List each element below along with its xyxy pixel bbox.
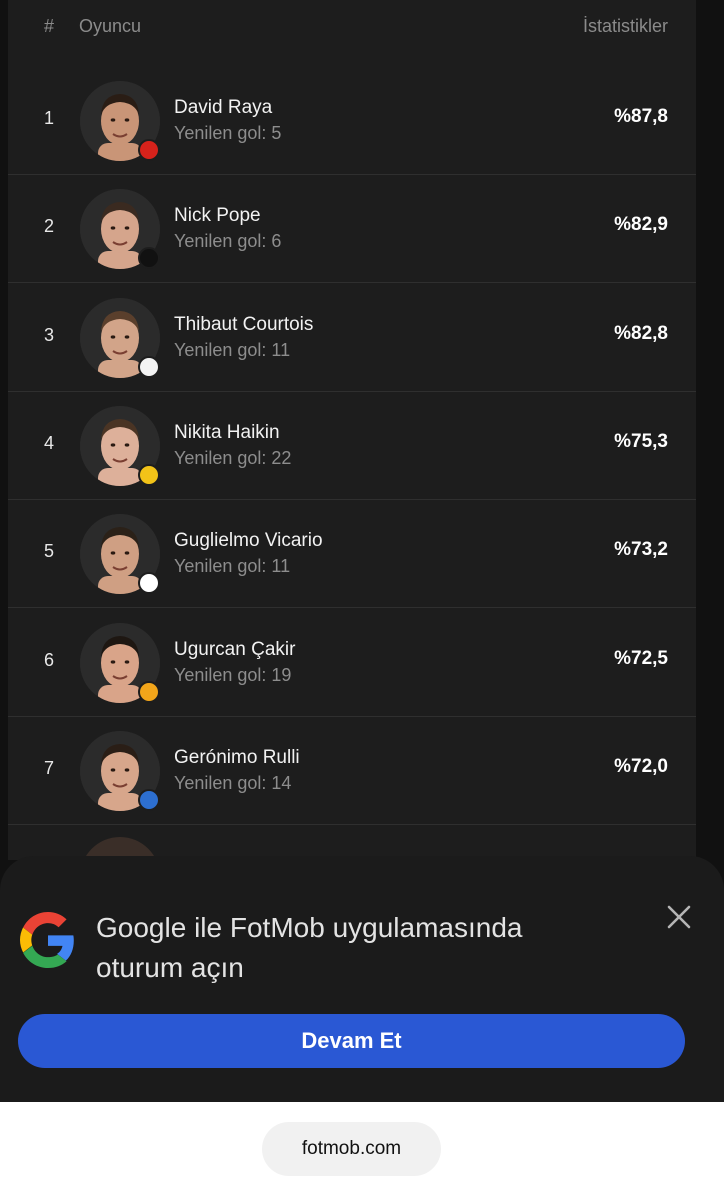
newcastle-badge-icon xyxy=(138,247,160,269)
marseille-badge-icon xyxy=(138,789,160,811)
player-avatar xyxy=(80,189,160,269)
goals-conceded-value: 19 xyxy=(271,665,292,685)
player-rank: 7 xyxy=(44,758,55,778)
save-percentage: %72,5 xyxy=(614,648,668,669)
player-name: Guglielmo Vicario xyxy=(174,530,323,551)
save-percentage: %75,3 xyxy=(614,431,668,452)
goals-conceded: Yenilen gol: 22 xyxy=(174,448,291,469)
stats-column-header[interactable]: İstatistikler xyxy=(583,16,668,37)
galatasaray-badge-icon xyxy=(138,681,160,703)
player-avatar xyxy=(80,731,160,811)
player-avatar xyxy=(80,406,160,486)
table-row[interactable]: 6 Ugurcan Çakir Yenilen gol: 19 %72,5 xyxy=(8,609,696,717)
player-name: Nick Pope xyxy=(174,205,261,226)
goals-conceded-label: Yenilen gol: xyxy=(174,448,267,468)
bodo-glimt-badge-icon xyxy=(138,464,160,486)
player-name: Nikita Haikin xyxy=(174,422,280,443)
goals-conceded-value: 6 xyxy=(271,231,282,251)
table-row[interactable]: 4 Nikita Haikin Yenilen gol: 22 %75,3 xyxy=(8,392,696,500)
goals-conceded-value: 5 xyxy=(271,123,282,143)
player-rank: 1 xyxy=(44,108,55,128)
player-name: Thibaut Courtois xyxy=(174,314,314,335)
save-percentage: %72,0 xyxy=(614,756,668,777)
goals-conceded-label: Yenilen gol: xyxy=(174,556,267,576)
player-avatar xyxy=(80,623,160,703)
table-row[interactable]: 2 Nick Pope Yenilen gol: 6 %82,9 xyxy=(8,175,696,283)
goals-conceded-value: 11 xyxy=(271,340,291,360)
table-header: # Oyuncu İstatistikler xyxy=(8,0,696,66)
player-rank: 3 xyxy=(44,325,55,345)
goals-conceded-value: 22 xyxy=(271,448,292,468)
goals-conceded: Yenilen gol: 19 xyxy=(174,665,291,686)
arsenal-badge-icon xyxy=(138,139,160,161)
goals-conceded-value: 11 xyxy=(271,556,291,576)
table-row[interactable]: 5 Guglielmo Vicario Yenilen gol: 11 %73,2 xyxy=(8,500,696,608)
goals-conceded-label: Yenilen gol: xyxy=(174,665,267,685)
player-rank: 6 xyxy=(44,650,55,670)
goals-conceded-label: Yenilen gol: xyxy=(174,231,267,251)
player-name: David Raya xyxy=(174,97,273,118)
save-percentage: %82,9 xyxy=(614,214,668,235)
player-avatar xyxy=(80,298,160,378)
save-percentage: %82,8 xyxy=(614,323,668,344)
continue-button[interactable]: Devam Et xyxy=(18,1014,685,1068)
player-name: Ugurcan Çakir xyxy=(174,639,296,660)
player-rank: 4 xyxy=(44,433,55,453)
real-madrid-badge-icon xyxy=(138,356,160,378)
google-logo-icon xyxy=(20,912,74,968)
goals-conceded-label: Yenilen gol: xyxy=(174,773,267,793)
table-row[interactable]: 7 Gerónimo Rulli Yenilen gol: 14 %72,0 xyxy=(8,717,696,825)
player-rank: 5 xyxy=(44,541,55,561)
table-row-partial[interactable] xyxy=(8,823,696,860)
goals-conceded: Yenilen gol: 11 xyxy=(174,340,290,361)
player-column-header: Oyuncu xyxy=(79,16,142,36)
save-percentage: %87,8 xyxy=(614,106,668,127)
url-bar[interactable]: fotmob.com xyxy=(262,1122,441,1176)
rank-column-header: # xyxy=(44,16,55,36)
login-prompt-title: Google ile FotMob uygulamasında oturum a… xyxy=(96,912,523,983)
player-rank: 2 xyxy=(44,216,55,236)
goalkeeper-stats-table: # Oyuncu İstatistikler 1 David Raya Yenile… xyxy=(8,0,696,860)
goals-conceded-label: Yenilen gol: xyxy=(174,340,267,360)
player-name: Gerónimo Rulli xyxy=(174,747,300,768)
player-avatar xyxy=(80,514,160,594)
goals-conceded: Yenilen gol: 6 xyxy=(174,231,281,252)
tottenham-badge-icon xyxy=(138,572,160,594)
player-avatar xyxy=(80,81,160,161)
table-row[interactable]: 3 Thibaut Courtois Yenilen gol: 11 %82,8 xyxy=(8,284,696,392)
goals-conceded-label: Yenilen gol: xyxy=(174,123,267,143)
goals-conceded: Yenilen gol: 5 xyxy=(174,123,281,144)
goals-conceded: Yenilen gol: 14 xyxy=(174,773,291,794)
save-percentage: %73,2 xyxy=(614,539,668,560)
goals-conceded-value: 14 xyxy=(271,773,292,793)
close-icon[interactable] xyxy=(664,902,694,932)
table-row[interactable]: 1 David Raya Yenilen gol: 5 %87,8 xyxy=(8,67,696,175)
goals-conceded: Yenilen gol: 11 xyxy=(174,556,290,577)
